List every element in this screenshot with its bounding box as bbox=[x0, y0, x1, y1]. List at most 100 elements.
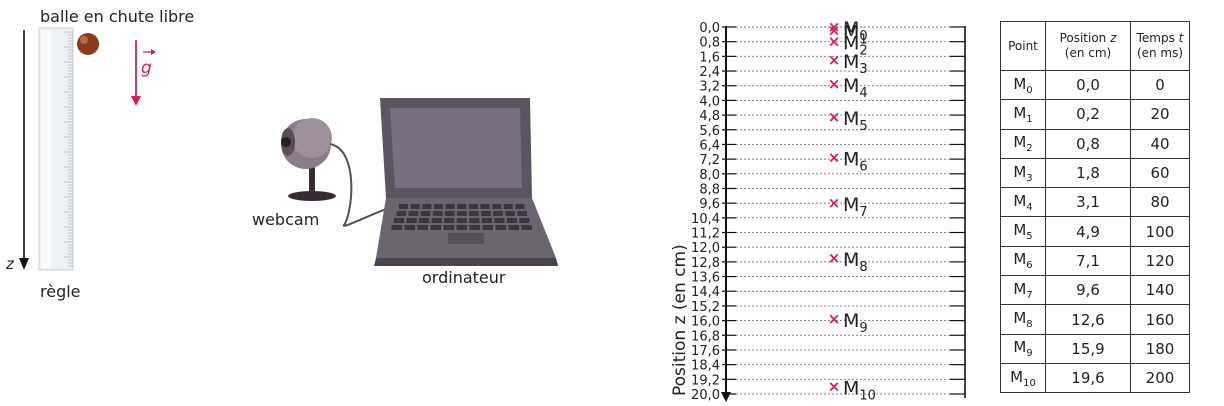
tick-label: 11,2 bbox=[691, 227, 720, 242]
position-marker: × M4 bbox=[828, 75, 868, 101]
table-row: M4 3,1 80 bbox=[1000, 187, 1190, 218]
tick-label: 16,8 bbox=[691, 329, 720, 344]
svg-text:×: × bbox=[828, 378, 841, 396]
tick-label: 1,6 bbox=[699, 50, 720, 65]
point-label: M4 bbox=[843, 75, 868, 101]
svg-text:×: × bbox=[828, 33, 841, 51]
tick-label: 17,6 bbox=[691, 344, 720, 359]
tick-label: 0,8 bbox=[699, 36, 720, 51]
point-label: M8 bbox=[843, 249, 868, 275]
tick-label: 14,4 bbox=[691, 285, 720, 300]
svg-text:×: × bbox=[828, 194, 841, 212]
svg-text:×: × bbox=[828, 249, 841, 267]
tick-label: 3,2 bbox=[699, 80, 720, 95]
svg-text:z: z bbox=[5, 255, 15, 273]
cell-point: M10 bbox=[1000, 362, 1046, 394]
table-row: M7 9,6 140 bbox=[1000, 275, 1190, 306]
table-row: M2 0,8 40 bbox=[1000, 128, 1190, 159]
tick-label: 6,4 bbox=[699, 138, 720, 153]
falling-ball bbox=[77, 33, 99, 55]
cell-position: 15,9 bbox=[1045, 333, 1131, 364]
cell-position: 7,1 bbox=[1045, 245, 1131, 277]
tick-label: 19,2 bbox=[691, 373, 720, 388]
cell-point: M6 bbox=[1000, 245, 1046, 277]
svg-text:×: × bbox=[828, 75, 841, 93]
ruler-caption: règle bbox=[40, 282, 81, 301]
tick-label: 2,4 bbox=[699, 65, 720, 80]
header-time: Temps t (en ms) bbox=[1130, 21, 1190, 71]
cell-position: 9,6 bbox=[1045, 275, 1131, 306]
laptop bbox=[374, 98, 558, 266]
cell-point: M8 bbox=[1000, 304, 1046, 335]
tick-label: 8,0 bbox=[699, 168, 720, 183]
tick-label: 20,0 bbox=[691, 388, 720, 403]
tick-label: 9,6 bbox=[699, 197, 720, 212]
cell-point: M3 bbox=[1000, 157, 1046, 189]
chronophotograph: Position z (en cm) 0,00,81,62,43,24,04,8… bbox=[670, 18, 966, 404]
ball-caption: balle en chute libre bbox=[40, 7, 194, 26]
table-row: M9 15,9 180 bbox=[1000, 333, 1190, 364]
cell-position: 3,1 bbox=[1045, 187, 1131, 218]
table-row: M0 0,0 0 bbox=[1000, 69, 1190, 101]
tick-label: 0,0 bbox=[699, 21, 720, 36]
table-row: M5 4,9 100 bbox=[1000, 216, 1190, 247]
position-marker: × M9 bbox=[828, 310, 868, 336]
tick-label: 13,6 bbox=[691, 271, 720, 286]
cell-position: 0,0 bbox=[1045, 69, 1131, 101]
cell-point: M1 bbox=[1000, 99, 1046, 130]
cell-point: M5 bbox=[1000, 216, 1046, 247]
point-label: M5 bbox=[843, 108, 868, 134]
table-row: M3 1,8 60 bbox=[1000, 157, 1190, 189]
cell-time: 40 bbox=[1130, 128, 1190, 159]
tick-label: 4,8 bbox=[699, 109, 720, 124]
cell-time: 80 bbox=[1130, 187, 1190, 218]
table-row: M10 19,6 200 bbox=[1000, 362, 1190, 394]
cell-position: 0,2 bbox=[1045, 99, 1131, 130]
position-marker: × M6 bbox=[828, 148, 868, 174]
table-header-row: Point Position z (en cm) Temps t (en ms) bbox=[1000, 21, 1190, 71]
tick-label: 15,2 bbox=[691, 300, 720, 315]
tick-label: 7,2 bbox=[699, 153, 720, 168]
z-axis: z bbox=[5, 30, 29, 273]
position-marker: × M10 bbox=[828, 378, 876, 404]
cell-time: 0 bbox=[1130, 69, 1190, 101]
gravity-label: g bbox=[141, 58, 152, 78]
cell-point: M0 bbox=[1000, 69, 1046, 101]
table-row: M1 0,2 20 bbox=[1000, 99, 1190, 130]
tick-label: 18,4 bbox=[691, 359, 720, 374]
tick-label: 12,0 bbox=[691, 241, 720, 256]
tick-label: 5,6 bbox=[699, 124, 720, 139]
cell-position: 1,8 bbox=[1045, 157, 1131, 189]
cell-time: 140 bbox=[1130, 275, 1190, 306]
header-position: Position z (en cm) bbox=[1045, 21, 1131, 71]
tick-label: 16,0 bbox=[691, 315, 720, 330]
cell-position: 19,6 bbox=[1045, 362, 1131, 394]
ruler bbox=[38, 27, 74, 271]
cell-time: 20 bbox=[1130, 99, 1190, 130]
cell-point: M9 bbox=[1000, 333, 1046, 364]
position-marker: × M7 bbox=[828, 194, 868, 220]
tick-label: 4,0 bbox=[699, 94, 720, 109]
cell-time: 200 bbox=[1130, 362, 1190, 394]
tick-label: 8,8 bbox=[699, 182, 720, 197]
svg-text:×: × bbox=[828, 108, 841, 126]
header-point: Point bbox=[1000, 21, 1046, 71]
cell-point: M4 bbox=[1000, 187, 1046, 218]
webcam-caption: webcam bbox=[252, 210, 319, 229]
cell-time: 160 bbox=[1130, 304, 1190, 335]
point-label: M10 bbox=[843, 378, 876, 404]
cell-time: 120 bbox=[1130, 245, 1190, 277]
cell-point: M2 bbox=[1000, 128, 1046, 159]
axis-title: Position z (en cm) bbox=[670, 244, 690, 396]
svg-text:×: × bbox=[828, 148, 841, 166]
measurements-table: Point Position z (en cm) Temps t (en ms)… bbox=[1000, 21, 1190, 394]
point-label: M9 bbox=[843, 310, 868, 336]
cell-point: M7 bbox=[1000, 275, 1046, 306]
table-row: M8 12,6 160 bbox=[1000, 304, 1190, 335]
cell-time: 60 bbox=[1130, 157, 1190, 189]
cell-position: 0,8 bbox=[1045, 128, 1131, 159]
free-fall-setup: balle en chute libre g z règle bbox=[5, 7, 194, 301]
cell-position: 4,9 bbox=[1045, 216, 1131, 247]
point-label: M7 bbox=[843, 194, 868, 220]
tick-label: 12,8 bbox=[691, 256, 720, 271]
